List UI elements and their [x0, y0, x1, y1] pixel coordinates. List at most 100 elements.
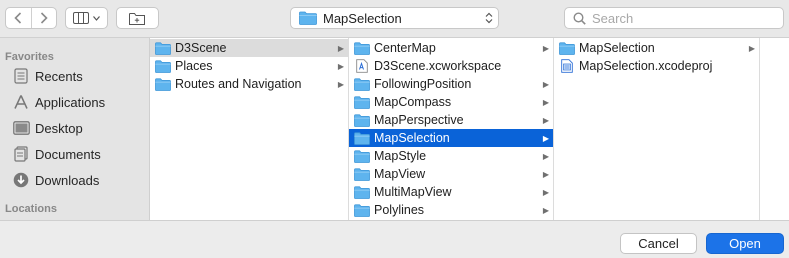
disclosure-arrow-icon: ▶ [337, 61, 344, 71]
path-popup-button[interactable]: MapSelection [290, 7, 499, 29]
list-item-label: MapPerspective [374, 113, 464, 127]
disclosure-arrow-icon: ▶ [542, 79, 549, 89]
list-item-label: MapStyle [374, 149, 427, 163]
button-bar: Cancel Open [0, 220, 789, 258]
list-item-label: FollowingPosition [374, 77, 472, 91]
list-item-mapselection-xcodeproj[interactable]: MapSelection.xcodeproj [554, 57, 759, 75]
list-item-label: CenterMap [374, 41, 436, 55]
favorites-heading: Favorites [5, 51, 54, 63]
list-item-label: MapSelection [579, 41, 655, 55]
cancel-button[interactable]: Cancel [620, 233, 697, 254]
folder-icon [354, 167, 370, 181]
clock-icon [12, 67, 30, 85]
new-folder-button[interactable] [116, 7, 159, 29]
forward-button[interactable] [32, 8, 57, 28]
sidebar-item-label: Recents [35, 68, 83, 84]
folder-icon [354, 185, 370, 199]
list-item-label: MapCompass [374, 95, 452, 109]
disclosure-arrow-icon: ▶ [542, 115, 549, 125]
list-item-centermap[interactable]: CenterMap ▶ [349, 39, 553, 57]
list-item-mapselection[interactable]: MapSelection ▶ [349, 129, 553, 147]
search-input[interactable] [592, 10, 772, 26]
list-item-mapselection-folder[interactable]: MapSelection ▶ [554, 39, 759, 57]
folder-icon [155, 59, 171, 73]
applications-icon [12, 93, 30, 111]
toolbar: MapSelection [0, 0, 789, 38]
browser-column-3: MapSelection ▶ MapSelection.xcodeproj [554, 38, 760, 220]
sidebar-item-label: Desktop [35, 120, 83, 136]
sidebar-item-label: Downloads [35, 172, 100, 188]
folder-icon [155, 41, 171, 55]
sidebar-item-label: Applications [35, 94, 106, 110]
search-icon [573, 11, 586, 25]
folder-icon [354, 41, 370, 55]
list-item-label: MapSelection [374, 131, 450, 145]
disclosure-arrow-icon: ▶ [748, 43, 755, 53]
folder-icon [354, 203, 370, 217]
list-item-label: MapSelection.xcodeproj [579, 59, 713, 73]
list-item-mapstyle[interactable]: MapStyle ▶ [349, 147, 553, 165]
list-item-polylines[interactable]: Polylines ▶ [349, 201, 553, 219]
list-item-followingposition[interactable]: FollowingPosition ▶ [349, 75, 553, 93]
list-item-mapperspective[interactable]: MapPerspective ▶ [349, 111, 553, 129]
up-down-chevron-icon [480, 12, 498, 24]
list-item-label: D3Scene.xcworkspace [374, 59, 502, 73]
document-icon [12, 145, 30, 163]
browser-column-4 [760, 38, 789, 220]
chevron-left-icon [14, 12, 22, 24]
chevron-down-icon [93, 15, 100, 21]
locations-heading: Locations [5, 203, 57, 215]
list-item-d3scene[interactable]: D3Scene ▶ [150, 39, 348, 57]
disclosure-arrow-icon: ▶ [337, 43, 344, 53]
sidebar-item-downloads[interactable]: Downloads [0, 167, 149, 193]
list-item-label: D3Scene [175, 41, 227, 55]
disclosure-arrow-icon: ▶ [542, 187, 549, 197]
list-item-multimapview[interactable]: MultiMapView ▶ [349, 183, 553, 201]
browser-column-2: CenterMap ▶ D3Scene.xcworkspace Followin… [349, 38, 554, 220]
back-button[interactable] [6, 8, 31, 28]
list-item-places[interactable]: Places ▶ [150, 57, 348, 75]
disclosure-arrow-icon: ▶ [542, 97, 549, 107]
list-item-mapview[interactable]: MapView ▶ [349, 165, 553, 183]
chevron-right-icon [40, 12, 48, 24]
list-item-label: MultiMapView [374, 185, 452, 199]
column-view-icon [73, 12, 89, 24]
list-item-label: MapView [374, 167, 426, 181]
list-item-d3scene-xcworkspace[interactable]: D3Scene.xcworkspace [349, 57, 553, 75]
folder-icon [559, 41, 575, 55]
sidebar-item-label: Documents [35, 146, 101, 162]
workspace-file-icon [354, 59, 370, 73]
navigation-buttons [5, 7, 57, 29]
folder-icon [354, 77, 370, 91]
new-folder-icon [128, 12, 147, 25]
sidebar-item-documents[interactable]: Documents [0, 141, 149, 167]
folder-icon [155, 77, 171, 91]
view-mode-button[interactable] [65, 7, 108, 29]
disclosure-arrow-icon: ▶ [542, 169, 549, 179]
disclosure-arrow-icon: ▶ [542, 151, 549, 161]
list-item-label: Polylines [374, 203, 425, 217]
disclosure-arrow-icon: ▶ [542, 205, 549, 215]
folder-icon [354, 95, 370, 109]
sidebar-item-desktop[interactable]: Desktop [0, 115, 149, 141]
disclosure-arrow-icon: ▶ [542, 43, 549, 53]
browser-column-1: D3Scene ▶ Places ▶ Routes and Navigation… [150, 38, 349, 220]
download-icon [12, 171, 30, 189]
disclosure-arrow-icon: ▶ [542, 133, 549, 143]
xcodeproj-file-icon [559, 59, 575, 73]
open-button[interactable]: Open [706, 233, 784, 254]
search-field[interactable] [564, 7, 784, 29]
folder-icon [354, 113, 370, 127]
folder-icon [354, 149, 370, 163]
sidebar-item-recents[interactable]: Recents [0, 63, 149, 89]
desktop-icon [12, 119, 30, 137]
list-item-routes-and-navigation[interactable]: Routes and Navigation ▶ [150, 75, 348, 93]
list-item-mapcompass[interactable]: MapCompass ▶ [349, 93, 553, 111]
disclosure-arrow-icon: ▶ [337, 79, 344, 89]
sidebar: Favorites Recents Applications Desktop D… [0, 38, 150, 220]
folder-icon [299, 11, 317, 25]
sidebar-item-applications[interactable]: Applications [0, 89, 149, 115]
list-item-label: Places [175, 59, 213, 73]
path-popup-label: MapSelection [323, 10, 402, 26]
folder-icon [354, 131, 370, 145]
